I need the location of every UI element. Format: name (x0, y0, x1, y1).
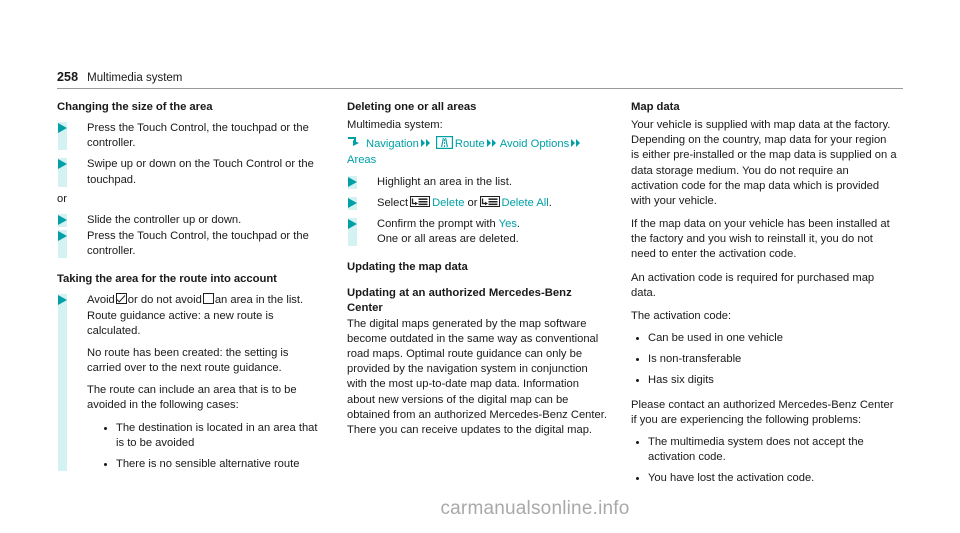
step-text: Swipe up or down on the Touch Control or… (87, 158, 314, 186)
step-text: Press the Touch Control, the touchpad or… (87, 122, 309, 150)
list-item: There is no sensible alternative route (99, 457, 323, 472)
step-text: Slide the controller up or down. (87, 213, 242, 226)
page-number: 258 (57, 70, 79, 84)
step-text-confirm: Confirm the prompt with Yes. (377, 217, 607, 232)
list-item: You have lost the activation code. (631, 471, 897, 486)
map-data-para-5: Please contact an authorized Mercedes-Be… (631, 398, 894, 426)
double-chevron-icon (420, 137, 432, 148)
problems-bullet-list: The multimedia system does not accept th… (631, 435, 897, 487)
breadcrumb-item-avoid-options[interactable]: Avoid Options (500, 138, 569, 150)
subsection-title-updating-center: Updating at an authorized Mercedes-Benz … (347, 287, 572, 315)
arrow-bullet-icon (348, 197, 357, 208)
section-title-map-data: Map data (631, 101, 680, 113)
step-swipe-touch-control: Swipe up or down on the Touch Control or… (57, 157, 323, 187)
delete-all-label[interactable]: Delete All (502, 197, 549, 209)
arrow-bullet-icon (58, 231, 67, 242)
checkbox-checked-icon (115, 293, 127, 305)
breadcrumb-item-areas[interactable]: Areas (347, 154, 376, 166)
watermark: carmanualsonline.info (440, 498, 630, 519)
arrow-bullet-icon (348, 176, 357, 187)
arrow-bullet-icon (348, 219, 357, 229)
section-title-taking-area: Taking the area for the route into accou… (57, 273, 277, 286)
content-columns: Changing the size of the area Press the … (57, 100, 903, 486)
breadcrumb-item-navigation[interactable]: Navigation (366, 138, 419, 150)
map-data-para-1: Your vehicle is supplied with map data a… (631, 119, 897, 207)
avoid-para-3: The route can include an area that is to… (87, 384, 297, 412)
step-slide-controller: Slide the controller up or down. (57, 213, 323, 228)
list-item: Can be used in one vehicle (631, 331, 897, 346)
double-chevron-icon (486, 137, 498, 148)
step-press-touch-control: Press the Touch Control, the touchpad or… (57, 121, 323, 151)
avoid-prefix: Avoid (87, 294, 115, 307)
delete-label[interactable]: Delete (432, 197, 464, 209)
confirm-prefix: Confirm the prompt with (377, 218, 496, 230)
or-separator: or (57, 192, 67, 205)
double-chevron-icon (571, 137, 582, 148)
step-avoid-area: Avoid or do not avoid an area in the list.… (57, 293, 323, 472)
page-header: 258 Multimedia system (57, 70, 903, 89)
map-data-para-4: The activation code: (631, 309, 732, 322)
step-press-touch-control-2: Press the Touch Control, the touchpad or… (57, 229, 323, 259)
map-data-para-2: If the map data on your vehicle has been… (631, 218, 890, 261)
section-title-changing-size: Changing the size of the area (57, 101, 213, 113)
list-item: The destination is located in an area th… (99, 421, 323, 451)
avoid-bullet-list: The destination is located in an area th… (99, 421, 323, 473)
yes-label[interactable]: Yes (499, 218, 517, 230)
arrow-bullet-icon (58, 159, 67, 170)
right-column: Map data Your vehicle is supplied with m… (631, 100, 897, 486)
middle-column: Deleting one or all areas Multimedia sys… (347, 100, 607, 486)
list-select-icon (479, 195, 500, 207)
section-title-deleting-areas: Deleting one or all areas (347, 101, 477, 113)
step-select-delete: Select Delete or Delete All. (347, 195, 607, 211)
turn-arrow-icon (347, 137, 364, 148)
avoid-para-1: Route guidance active: a new route is ca… (87, 309, 274, 337)
step-text-select: Select Delete or Delete All. (377, 195, 607, 211)
step-highlight-area: Highlight an area in the list. (347, 175, 607, 190)
activation-code-bullet-list: Can be used in one vehicle Is non-transf… (631, 331, 897, 389)
map-data-para-3: An activation code is required for purch… (631, 271, 875, 299)
step-text: Highlight an area in the list. (377, 175, 512, 188)
system-label: Multimedia system: (347, 119, 443, 132)
arrow-bullet-icon (58, 295, 67, 306)
list-item: Has six digits (631, 373, 897, 388)
select-or: or (467, 196, 478, 209)
left-column: Changing the size of the area Press the … (57, 100, 323, 486)
step-text: Press the Touch Control, the touchpad or… (87, 230, 309, 258)
list-select-icon (410, 195, 431, 207)
chapter-title: Multimedia system (87, 72, 183, 84)
step-text-avoid: Avoid or do not avoid an area in the list. (87, 293, 323, 308)
updating-body-text: The digital maps generated by the map so… (347, 317, 607, 436)
arrow-bullet-icon (58, 123, 67, 134)
confirm-suffix: . (516, 218, 521, 230)
list-item: Is non-transferable (631, 352, 897, 367)
step-rail (58, 294, 67, 472)
list-item: The multimedia system does not accept th… (631, 435, 897, 465)
step-confirm-prompt: Confirm the prompt with Yes. One or all … (347, 217, 607, 247)
avoid-para-2: No route has been created: the setting i… (87, 346, 289, 375)
select-suffix: . (548, 196, 552, 209)
breadcrumb-item-route[interactable]: Route (455, 138, 485, 150)
section-title-updating-map-data: Updating the map data (347, 261, 468, 274)
route-sign-icon (435, 136, 453, 150)
avoid-suffix: an area in the list. (214, 294, 304, 307)
breadcrumb: Navigation Route Avoid Options Areas (347, 136, 607, 168)
select-prefix: Select (377, 196, 409, 209)
arrow-bullet-icon (58, 214, 67, 225)
confirm-note: One or all areas are deleted. (377, 233, 519, 246)
checkbox-unchecked-icon (202, 293, 214, 305)
avoid-middle: or do not avoid (127, 294, 202, 307)
